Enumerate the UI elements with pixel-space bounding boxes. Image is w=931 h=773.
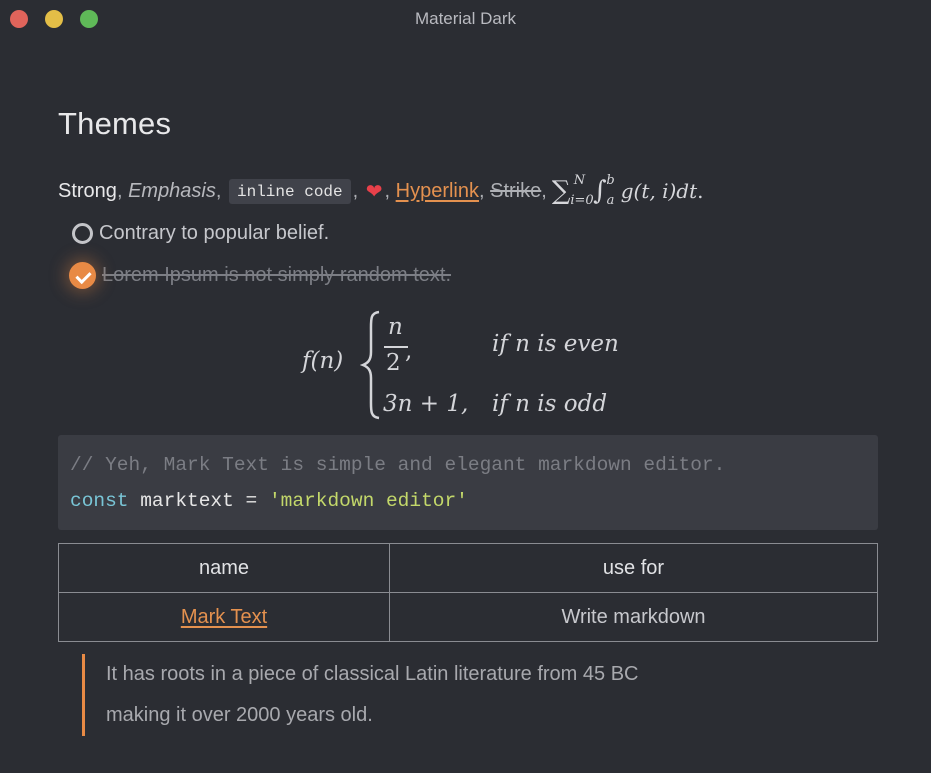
code-comment: // Yeh, Mark Text is simple and elegant … <box>70 454 726 476</box>
heart-emoji-icon: ❤ <box>365 180 383 203</box>
inline-formatting-paragraph[interactable]: Strong , Emphasis , inline code , ❤ , Hy… <box>58 172 704 208</box>
separator: , <box>215 179 222 202</box>
strikethrough-text: Strike <box>490 179 542 202</box>
inline-code: inline code <box>229 178 351 204</box>
table-header-row: name use for <box>58 543 878 593</box>
fraction-denominator: 2 <box>386 350 401 376</box>
code-block[interactable]: // Yeh, Mark Text is simple and elegant … <box>58 435 878 530</box>
integral-lower-bound: a <box>606 192 615 208</box>
sum-upper-bound: N <box>573 172 586 188</box>
window-title: Material Dark <box>414 9 517 28</box>
code-keyword: const <box>70 490 129 512</box>
task-text[interactable]: Lorem Ipsum is not simply random text. <box>102 264 451 287</box>
heading-themes[interactable]: Themes <box>58 106 171 142</box>
code-string: 'markdown editor' <box>268 490 468 512</box>
emphasis-text: Emphasis <box>128 179 216 202</box>
title-bar: Material Dark <box>0 0 931 38</box>
task-checkbox-checked[interactable] <box>69 262 96 289</box>
separator: , <box>116 179 123 202</box>
integrand: g(t, i)dt <box>620 179 698 203</box>
markdown-table[interactable]: name use for Mark Text Write markdown <box>58 543 878 642</box>
blockquote-line: It has roots in a piece of classical Lat… <box>106 663 639 685</box>
code-identifier: marktext = <box>128 490 269 512</box>
task-list-item: Contrary to popular belief. <box>72 222 329 245</box>
task-list-item: Lorem Ipsum is not simply random text. <box>69 262 451 289</box>
math-block[interactable]: f(n) n 2 , 3n + 1, if n is even if n is … <box>302 310 642 420</box>
editor-window: Material Dark Themes Strong , Emphasis ,… <box>0 0 931 773</box>
separator: , <box>479 179 485 202</box>
sum-lower-bound: i=0 <box>570 192 594 208</box>
separator: , <box>352 179 359 202</box>
case2-expression: 3n + 1, <box>383 391 469 417</box>
task-checkbox-unchecked[interactable] <box>72 223 93 244</box>
blockquote-line: making it over 2000 years old. <box>106 704 373 726</box>
table-header-name[interactable]: name <box>58 543 390 593</box>
separator: , <box>541 179 547 202</box>
table-cell[interactable]: Write markdown <box>389 592 878 642</box>
math-function: f(n) <box>302 348 344 374</box>
case2-condition: if n is odd <box>492 391 608 417</box>
table-row: Mark Text Write markdown <box>58 592 878 642</box>
case1-comma: , <box>405 338 413 364</box>
inline-math-formula[interactable]: ∑ i=0 N ∫ a b g(t, i)dt . <box>551 172 704 208</box>
strong-text: Strong <box>58 179 117 202</box>
hyperlink[interactable]: Hyperlink <box>396 180 479 203</box>
sentence-end: . <box>697 179 704 203</box>
separator: , <box>384 179 391 202</box>
fraction-numerator: n <box>388 314 403 340</box>
task-text[interactable]: Contrary to popular belief. <box>99 222 329 245</box>
left-brace-icon <box>360 310 380 420</box>
integral-symbol: ∫ <box>593 176 607 206</box>
case1-condition: if n is even <box>492 331 619 357</box>
code-statement: const marktext = 'markdown editor' <box>70 490 468 512</box>
blockquote[interactable]: It has roots in a piece of classical Lat… <box>82 654 806 736</box>
table-header-use-for[interactable]: use for <box>389 543 878 593</box>
table-cell[interactable]: Mark Text <box>58 592 390 642</box>
integral-upper-bound: b <box>606 172 615 188</box>
sum-symbol: ∑ <box>551 176 571 206</box>
table-link-mark-text[interactable]: Mark Text <box>181 606 267 628</box>
